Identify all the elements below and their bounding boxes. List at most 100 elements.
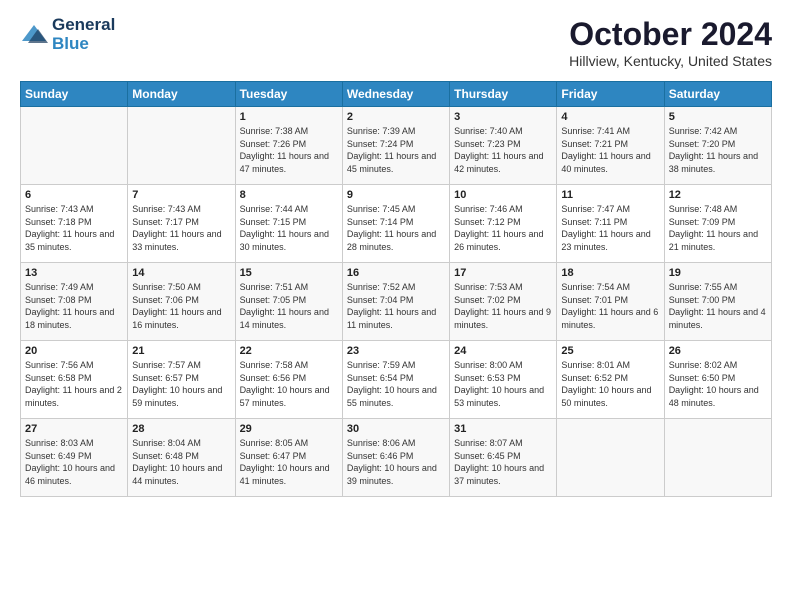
- day-info: Sunrise: 7:59 AMSunset: 6:54 PMDaylight:…: [347, 359, 445, 409]
- calendar-cell: 15 Sunrise: 7:51 AMSunset: 7:05 PMDayligh…: [235, 263, 342, 341]
- calendar-cell: 22 Sunrise: 7:58 AMSunset: 6:56 PMDayligh…: [235, 341, 342, 419]
- calendar-cell: 16 Sunrise: 7:52 AMSunset: 7:04 PMDayligh…: [342, 263, 449, 341]
- day-info: Sunrise: 8:00 AMSunset: 6:53 PMDaylight:…: [454, 359, 552, 409]
- day-info: Sunrise: 8:03 AMSunset: 6:49 PMDaylight:…: [25, 437, 123, 487]
- calendar-cell: [664, 419, 771, 497]
- calendar-cell: 21 Sunrise: 7:57 AMSunset: 6:57 PMDayligh…: [128, 341, 235, 419]
- subtitle: Hillview, Kentucky, United States: [569, 53, 772, 69]
- day-number: 2: [347, 111, 445, 123]
- day-number: 31: [454, 423, 552, 435]
- calendar-week-1: 1 Sunrise: 7:38 AMSunset: 7:26 PMDaylight…: [21, 107, 772, 185]
- calendar-cell: 7 Sunrise: 7:43 AMSunset: 7:17 PMDaylight…: [128, 185, 235, 263]
- day-info: Sunrise: 7:43 AMSunset: 7:17 PMDaylight:…: [132, 203, 230, 253]
- day-number: 24: [454, 345, 552, 357]
- month-title: October 2024: [569, 16, 772, 53]
- calendar-week-2: 6Sunrise: 7:43 AMSunset: 7:18 PMDaylight…: [21, 185, 772, 263]
- calendar-cell: 24 Sunrise: 8:00 AMSunset: 6:53 PMDayligh…: [450, 341, 557, 419]
- logo-text: General Blue: [52, 16, 115, 53]
- day-number: 17: [454, 267, 552, 279]
- day-info: Sunrise: 7:57 AMSunset: 6:57 PMDaylight:…: [132, 359, 230, 409]
- calendar-cell: 30 Sunrise: 8:06 AMSunset: 6:46 PMDayligh…: [342, 419, 449, 497]
- logo-icon: [20, 21, 48, 49]
- day-number: 10: [454, 189, 552, 201]
- day-number: 6: [25, 189, 123, 201]
- calendar-cell: [557, 419, 664, 497]
- day-info: Sunrise: 7:53 AMSunset: 7:02 PMDaylight:…: [454, 281, 552, 331]
- day-number: 9: [347, 189, 445, 201]
- day-info: Sunrise: 8:04 AMSunset: 6:48 PMDaylight:…: [132, 437, 230, 487]
- day-info: Sunrise: 8:05 AMSunset: 6:47 PMDaylight:…: [240, 437, 338, 487]
- header: General Blue October 2024 Hillview, Kent…: [20, 16, 772, 69]
- col-monday: Monday: [128, 82, 235, 107]
- calendar-cell: 31 Sunrise: 8:07 AMSunset: 6:45 PMDayligh…: [450, 419, 557, 497]
- calendar-cell: 26Sunrise: 8:02 AMSunset: 6:50 PMDayligh…: [664, 341, 771, 419]
- day-info: Sunrise: 8:02 AMSunset: 6:50 PMDaylight:…: [669, 359, 767, 409]
- calendar-cell: 14Sunrise: 7:50 AMSunset: 7:06 PMDayligh…: [128, 263, 235, 341]
- col-tuesday: Tuesday: [235, 82, 342, 107]
- day-info: Sunrise: 7:51 AMSunset: 7:05 PMDaylight:…: [240, 281, 338, 331]
- calendar-cell: 23 Sunrise: 7:59 AMSunset: 6:54 PMDayligh…: [342, 341, 449, 419]
- day-number: 11: [561, 189, 659, 201]
- col-sunday: Sunday: [21, 82, 128, 107]
- calendar-week-5: 27Sunrise: 8:03 AMSunset: 6:49 PMDayligh…: [21, 419, 772, 497]
- calendar-cell: 29Sunrise: 8:05 AMSunset: 6:47 PMDayligh…: [235, 419, 342, 497]
- calendar-cell: [128, 107, 235, 185]
- day-info: Sunrise: 7:46 AMSunset: 7:12 PMDaylight:…: [454, 203, 552, 253]
- title-block: October 2024 Hillview, Kentucky, United …: [569, 16, 772, 69]
- day-number: 18: [561, 267, 659, 279]
- day-number: 7: [132, 189, 230, 201]
- calendar-cell: [21, 107, 128, 185]
- day-info: Sunrise: 7:39 AMSunset: 7:24 PMDaylight:…: [347, 125, 445, 175]
- day-number: 16: [347, 267, 445, 279]
- calendar-cell: 12 Sunrise: 7:48 AMSunset: 7:09 PMDayligh…: [664, 185, 771, 263]
- day-info: Sunrise: 7:47 AMSunset: 7:11 PMDaylight:…: [561, 203, 659, 253]
- day-info: Sunrise: 7:38 AMSunset: 7:26 PMDaylight:…: [240, 125, 338, 175]
- header-row: Sunday Monday Tuesday Wednesday Thursday…: [21, 82, 772, 107]
- day-info: Sunrise: 7:44 AMSunset: 7:15 PMDaylight:…: [240, 203, 338, 253]
- col-saturday: Saturday: [664, 82, 771, 107]
- day-number: 5: [669, 111, 767, 123]
- day-info: Sunrise: 7:49 AMSunset: 7:08 PMDaylight:…: [25, 281, 123, 331]
- day-number: 8: [240, 189, 338, 201]
- calendar-cell: 5 Sunrise: 7:42 AMSunset: 7:20 PMDaylight…: [664, 107, 771, 185]
- page-container: General Blue October 2024 Hillview, Kent…: [0, 0, 792, 507]
- day-number: 3: [454, 111, 552, 123]
- calendar-cell: 17 Sunrise: 7:53 AMSunset: 7:02 PMDayligh…: [450, 263, 557, 341]
- day-number: 15: [240, 267, 338, 279]
- calendar-cell: 9Sunrise: 7:45 AMSunset: 7:14 PMDaylight…: [342, 185, 449, 263]
- day-number: 19: [669, 267, 767, 279]
- calendar-cell: 18Sunrise: 7:54 AMSunset: 7:01 PMDayligh…: [557, 263, 664, 341]
- calendar-cell: 1 Sunrise: 7:38 AMSunset: 7:26 PMDaylight…: [235, 107, 342, 185]
- calendar-cell: 28Sunrise: 8:04 AMSunset: 6:48 PMDayligh…: [128, 419, 235, 497]
- col-friday: Friday: [557, 82, 664, 107]
- calendar-cell: 10 Sunrise: 7:46 AMSunset: 7:12 PMDayligh…: [450, 185, 557, 263]
- calendar-cell: 11 Sunrise: 7:47 AMSunset: 7:11 PMDayligh…: [557, 185, 664, 263]
- day-info: Sunrise: 7:41 AMSunset: 7:21 PMDaylight:…: [561, 125, 659, 175]
- logo: General Blue: [20, 16, 115, 53]
- day-info: Sunrise: 7:48 AMSunset: 7:09 PMDaylight:…: [669, 203, 767, 253]
- day-number: 21: [132, 345, 230, 357]
- col-wednesday: Wednesday: [342, 82, 449, 107]
- day-info: Sunrise: 7:42 AMSunset: 7:20 PMDaylight:…: [669, 125, 767, 175]
- day-info: Sunrise: 7:56 AMSunset: 6:58 PMDaylight:…: [25, 359, 123, 409]
- calendar-cell: 8 Sunrise: 7:44 AMSunset: 7:15 PMDaylight…: [235, 185, 342, 263]
- day-number: 30: [347, 423, 445, 435]
- day-info: Sunrise: 7:58 AMSunset: 6:56 PMDaylight:…: [240, 359, 338, 409]
- day-number: 13: [25, 267, 123, 279]
- day-number: 22: [240, 345, 338, 357]
- calendar-cell: 2 Sunrise: 7:39 AMSunset: 7:24 PMDaylight…: [342, 107, 449, 185]
- day-number: 12: [669, 189, 767, 201]
- calendar-cell: 27Sunrise: 8:03 AMSunset: 6:49 PMDayligh…: [21, 419, 128, 497]
- calendar-cell: 3Sunrise: 7:40 AMSunset: 7:23 PMDaylight…: [450, 107, 557, 185]
- calendar-cell: 4Sunrise: 7:41 AMSunset: 7:21 PMDaylight…: [557, 107, 664, 185]
- day-info: Sunrise: 7:52 AMSunset: 7:04 PMDaylight:…: [347, 281, 445, 331]
- day-info: Sunrise: 8:07 AMSunset: 6:45 PMDaylight:…: [454, 437, 552, 487]
- day-info: Sunrise: 8:06 AMSunset: 6:46 PMDaylight:…: [347, 437, 445, 487]
- day-number: 20: [25, 345, 123, 357]
- day-info: Sunrise: 7:50 AMSunset: 7:06 PMDaylight:…: [132, 281, 230, 331]
- day-number: 23: [347, 345, 445, 357]
- calendar-cell: 13 Sunrise: 7:49 AMSunset: 7:08 PMDayligh…: [21, 263, 128, 341]
- day-info: Sunrise: 8:01 AMSunset: 6:52 PMDaylight:…: [561, 359, 659, 409]
- calendar-cell: 19Sunrise: 7:55 AMSunset: 7:00 PMDayligh…: [664, 263, 771, 341]
- day-number: 1: [240, 111, 338, 123]
